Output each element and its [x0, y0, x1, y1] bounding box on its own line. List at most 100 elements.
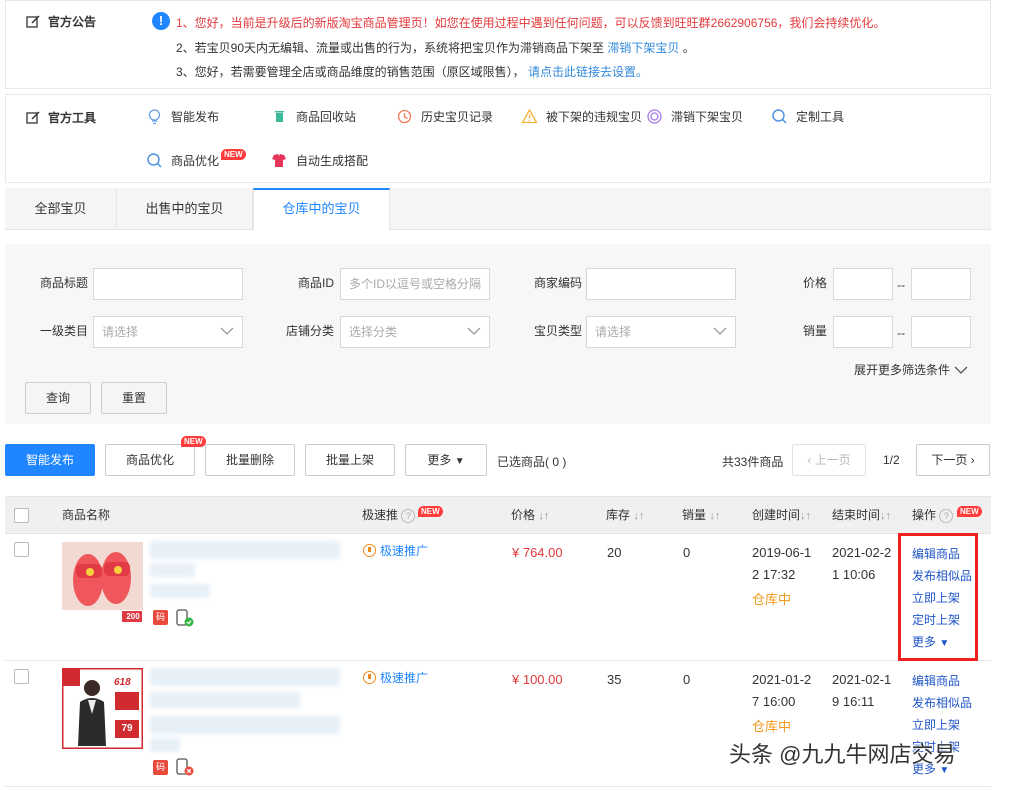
tool-smart-publish[interactable]: 智能发布	[146, 108, 219, 125]
next-page-button[interactable]: 下一页 ›	[916, 444, 990, 476]
rocket-icon	[363, 671, 376, 684]
sort-icon: ↓↑	[800, 510, 812, 522]
header-end[interactable]: 结束时间↓↑	[832, 497, 891, 534]
id-input[interactable]: 多个ID以逗号或空格分隔	[340, 268, 490, 300]
tab-warehouse[interactable]: 仓库中的宝贝	[253, 188, 390, 231]
batch-list-button[interactable]: 批量上架	[305, 444, 395, 476]
header-created[interactable]: 创建时间↓↑	[752, 497, 811, 534]
header-sales[interactable]: 销量 ↓↑	[682, 497, 720, 534]
tool-label: 被下架的违规宝贝	[546, 110, 643, 124]
chevron-right-icon: ›	[967, 453, 975, 467]
sales-max-input[interactable]	[911, 316, 971, 348]
announcement-line-2: 2、若宝贝90天内无编辑、流量或出售的行为，系统将把宝贝作为滞销商品下架至 滞销…	[176, 39, 695, 56]
more-label: 更多	[427, 453, 452, 467]
announcement-title: 官方公告	[26, 13, 96, 30]
product-thumbnail[interactable]: 618 79	[62, 668, 143, 749]
publish-similar-link[interactable]: 发布相似品	[912, 694, 972, 711]
sort-icon: ↓↑	[538, 510, 550, 522]
row-checkbox[interactable]	[14, 542, 29, 557]
product-title-blurred	[150, 692, 300, 708]
tool-label: 自动生成搭配	[296, 154, 369, 168]
product-title-blurred	[150, 563, 195, 577]
tool-label: 智能发布	[171, 110, 220, 124]
merchant-code-input[interactable]	[586, 268, 736, 300]
history-icon	[397, 109, 412, 124]
price-max-input[interactable]	[911, 268, 971, 300]
status-badge: 仓库中	[752, 592, 792, 607]
search-icon	[772, 109, 787, 124]
page-indicator: 1/2	[883, 453, 900, 467]
help-icon[interactable]: ?	[939, 508, 954, 523]
tool-label: 历史宝贝记录	[421, 110, 494, 124]
more-button[interactable]: 更多 ▼	[405, 444, 487, 476]
slow-sale-link[interactable]: 滞销下架宝贝	[607, 41, 679, 55]
tool-custom[interactable]: 定制工具	[771, 108, 844, 125]
thumb-price: 79	[121, 723, 133, 734]
tool-slow-sale[interactable]: 滞销下架宝贝	[646, 108, 743, 125]
sales-area-link[interactable]: 请点击此链接去设置。	[528, 65, 648, 79]
prev-page-button[interactable]: ‹ 上一页	[792, 444, 866, 476]
header-price-label: 价格	[511, 508, 536, 522]
new-badge: NEW	[957, 506, 982, 517]
next-page-label: 下一页	[931, 453, 968, 467]
speed-promo-link[interactable]: 极速推广	[363, 542, 428, 559]
label-price: 价格	[803, 276, 828, 290]
optimize-button[interactable]: 商品优化	[105, 444, 195, 476]
clothes-icon	[272, 154, 286, 167]
tab-on-sale[interactable]: 出售中的宝贝	[117, 188, 253, 230]
row-divider	[5, 660, 991, 661]
header-name: 商品名称	[62, 508, 111, 522]
speed-promo-link[interactable]: 极速推广	[363, 669, 428, 686]
chevron-down-icon	[467, 327, 481, 335]
product-thumbnail[interactable]: 200	[62, 542, 143, 623]
warning-icon	[521, 108, 538, 124]
chevron-down-icon	[220, 327, 234, 335]
announcement-line-2-text: 2、若宝贝90天内无编辑、流量或出售的行为，系统将把宝贝作为滞销商品下架至	[176, 41, 605, 55]
created-line-1: 2019-06-1	[752, 545, 812, 560]
reset-button[interactable]: 重置	[101, 382, 167, 414]
price-min-input[interactable]	[833, 268, 893, 300]
list-now-link[interactable]: 立即上架	[912, 716, 960, 733]
row-divider	[5, 786, 991, 787]
product-title-blurred	[150, 716, 340, 734]
created-line-2: 7 16:00	[752, 694, 796, 709]
header-end-label: 结束时间	[832, 508, 881, 522]
label-title: 商品标题	[40, 276, 89, 290]
category-select[interactable]: 请选择	[93, 316, 243, 348]
item-tabs: 全部宝贝 出售中的宝贝 仓库中的宝贝	[5, 188, 991, 231]
trash-icon	[275, 111, 284, 122]
sales-cell: 0	[683, 545, 691, 560]
price-cell: ¥ 100.00	[512, 672, 563, 687]
tool-label: 商品优化	[171, 154, 220, 168]
expand-filters-link[interactable]: 展开更多筛选条件	[854, 361, 968, 378]
end-line-2: 1 10:06	[832, 567, 876, 582]
help-icon[interactable]: ?	[401, 508, 416, 523]
smart-publish-button[interactable]: 智能发布	[5, 444, 95, 476]
new-badge: NEW	[221, 149, 246, 160]
query-button[interactable]: 查询	[25, 382, 91, 414]
edit-item-link[interactable]: 编辑商品	[912, 672, 960, 689]
thumb-618: 618	[114, 677, 131, 688]
stock-cell: 20	[607, 545, 622, 560]
item-type-select[interactable]: 请选择	[586, 316, 736, 348]
row-checkbox[interactable]	[14, 669, 29, 684]
tool-optimize[interactable]: 商品优化	[146, 152, 219, 169]
shop-category-placeholder: 选择分类	[349, 325, 398, 339]
tool-violation[interactable]: 被下架的违规宝贝	[521, 108, 642, 125]
tool-history[interactable]: 历史宝贝记录	[396, 108, 493, 125]
announcement-line-3-text: 3、您好，若需要管理全店或商品维度的销售范围（原区域限售），	[176, 65, 525, 79]
select-all-checkbox[interactable]	[14, 508, 29, 523]
header-stock[interactable]: 库存 ↓↑	[606, 497, 644, 534]
shop-category-select[interactable]: 选择分类	[340, 316, 490, 348]
header-price[interactable]: 价格 ↓↑	[511, 497, 549, 534]
label-sales: 销量	[803, 324, 828, 338]
tool-auto-match[interactable]: 自动生成搭配	[271, 152, 368, 169]
mobile-check-icon	[176, 609, 194, 627]
tool-recycle-bin[interactable]: 商品回收站	[271, 108, 356, 125]
title-input[interactable]	[93, 268, 243, 300]
header-sales-label: 销量	[682, 508, 707, 522]
sales-min-input[interactable]	[833, 316, 893, 348]
item-type-placeholder: 请选择	[595, 325, 632, 339]
tab-all-items[interactable]: 全部宝贝	[5, 188, 117, 230]
batch-delete-button[interactable]: 批量删除	[205, 444, 295, 476]
